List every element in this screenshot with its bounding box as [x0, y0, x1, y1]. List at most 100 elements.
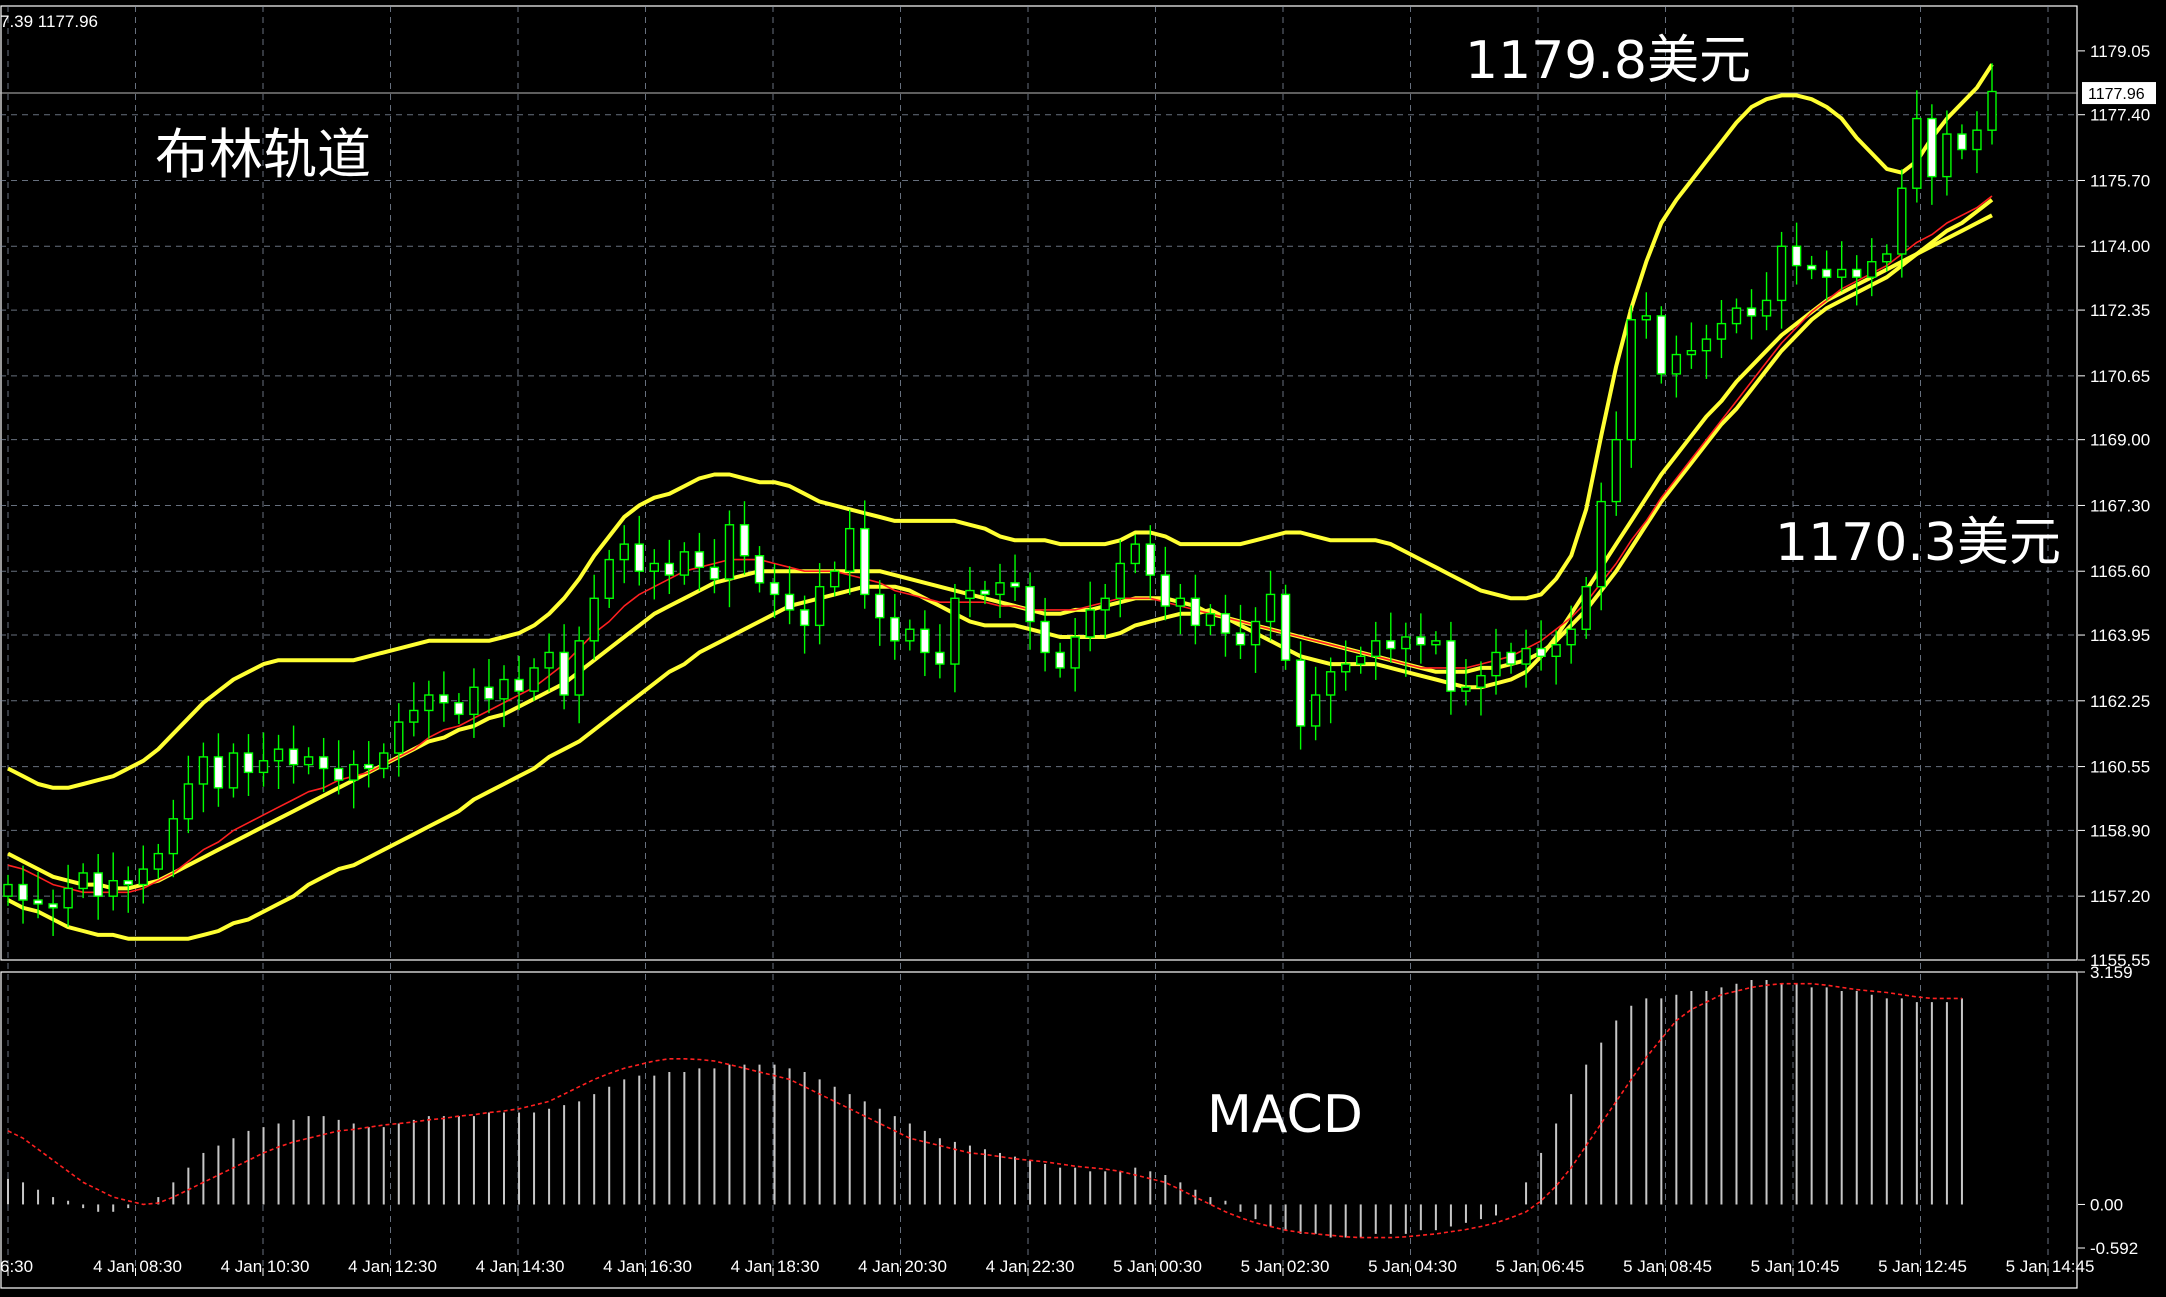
x-tick-label: 4 Jan 12:30 — [348, 1257, 437, 1276]
candle-body — [1671, 353, 1682, 375]
candle-body — [649, 562, 660, 572]
candle-body — [724, 524, 735, 580]
y-tick-label: 1157.20 — [2090, 887, 2150, 906]
candle-body — [123, 879, 133, 886]
candle-body — [784, 593, 795, 611]
macd-y-tick-label: -0.592 — [2090, 1239, 2138, 1258]
candle-body — [604, 558, 614, 599]
candle-body — [1581, 585, 1591, 630]
y-tick-label: 1169.00 — [2090, 431, 2150, 450]
ohlc-info-text: 7.39 1177.96 — [0, 12, 98, 31]
candle-body — [1821, 268, 1832, 278]
candle-body — [1716, 322, 1727, 340]
candle-body — [1446, 640, 1456, 692]
candle-body — [799, 609, 810, 627]
y-tick-label: 1160.55 — [2090, 758, 2150, 777]
candle-body — [1791, 245, 1802, 267]
x-tick-label: 6:30 — [0, 1257, 33, 1276]
candle-body — [1115, 562, 1125, 599]
candle-body — [1340, 663, 1351, 673]
candle-body — [739, 524, 750, 557]
candle-body — [1806, 264, 1817, 271]
candle-body — [1250, 620, 1261, 646]
candle-body — [1942, 133, 1952, 178]
candle-body — [814, 585, 825, 627]
x-tick-label: 5 Jan 12:45 — [1878, 1257, 1967, 1276]
candle-body — [1867, 261, 1877, 278]
candle-body — [1055, 651, 1065, 669]
y-tick-label: 1162.25 — [2090, 692, 2150, 711]
candle-body — [1897, 187, 1907, 255]
candle-body — [1491, 651, 1501, 677]
candle-body — [514, 678, 524, 692]
candle-body — [138, 868, 148, 886]
candle-body — [1536, 647, 1546, 658]
candle-body — [1611, 438, 1621, 503]
candle-body — [198, 756, 209, 785]
candle-body — [965, 589, 975, 599]
y-tick-label: 1179.05 — [2090, 42, 2150, 61]
candle-body — [409, 709, 419, 723]
candle-body — [1686, 349, 1697, 356]
candle-body — [48, 903, 58, 909]
candle-body — [1566, 628, 1576, 646]
candle-body — [1656, 315, 1667, 375]
x-tick-label: 4 Jan 16:30 — [603, 1257, 692, 1276]
candle-body — [769, 582, 780, 596]
candle-body — [1280, 593, 1291, 661]
candle-body — [1235, 632, 1246, 646]
candle-body — [258, 760, 269, 774]
y-tick-label: 1170.65 — [2090, 367, 2150, 386]
candle-body — [364, 763, 374, 770]
candle-body — [694, 551, 705, 569]
candle-body — [183, 783, 194, 820]
candle-body — [499, 678, 509, 700]
y-tick-label: 1172.35 — [2090, 301, 2150, 320]
macd-y-tick-label: 0.00 — [2090, 1195, 2123, 1214]
candle-body — [1145, 543, 1156, 576]
x-tick-label: 5 Jan 02:30 — [1241, 1257, 1330, 1276]
candle-body — [63, 887, 73, 909]
candle-body — [33, 899, 43, 905]
candle-body — [273, 748, 284, 762]
candle-body — [1190, 597, 1201, 627]
x-tick-label: 5 Jan 06:45 — [1496, 1257, 1585, 1276]
candle-body — [1746, 307, 1757, 317]
lower-price-annotation: 1170.3美元 — [1775, 513, 2061, 573]
y-tick-label: 1174.00 — [2090, 237, 2150, 256]
candle-body — [469, 686, 479, 716]
candle-body — [168, 818, 179, 855]
candle-body — [1100, 597, 1110, 611]
x-tick-label: 4 Jan 14:30 — [476, 1257, 565, 1276]
y-tick-label: 1177.40 — [2090, 106, 2150, 125]
candle-body — [1957, 133, 1967, 151]
candle-body — [905, 628, 915, 642]
candle-body — [995, 582, 1005, 596]
candle-body — [1641, 315, 1652, 321]
candle-body — [829, 570, 840, 588]
x-tick-label: 4 Jan 20:30 — [858, 1257, 947, 1276]
x-tick-label: 5 Jan 04:30 — [1368, 1257, 1457, 1276]
candle-body — [213, 756, 224, 789]
candle-body — [394, 721, 404, 754]
candle-body — [1010, 582, 1020, 588]
candle-body — [1626, 319, 1636, 441]
candle-body — [424, 694, 434, 712]
x-tick-label: 5 Jan 14:45 — [2006, 1257, 2095, 1276]
candle-body — [1386, 640, 1396, 650]
candle-body — [1325, 671, 1336, 696]
candle-body — [1416, 636, 1426, 646]
candle-body — [1731, 307, 1742, 325]
candle-body — [935, 651, 945, 665]
x-tick-label: 5 Jan 10:45 — [1751, 1257, 1840, 1276]
candle-body — [1371, 640, 1381, 658]
candle-body — [333, 767, 344, 781]
candle-body — [1761, 299, 1772, 317]
candle-body — [559, 651, 569, 696]
candle-body — [920, 628, 930, 654]
candle-body — [93, 872, 103, 897]
candle-body — [1596, 500, 1606, 588]
candle-body — [574, 640, 584, 696]
candle-body — [1205, 613, 1216, 627]
x-tick-label: 4 Jan 08:30 — [93, 1257, 182, 1276]
